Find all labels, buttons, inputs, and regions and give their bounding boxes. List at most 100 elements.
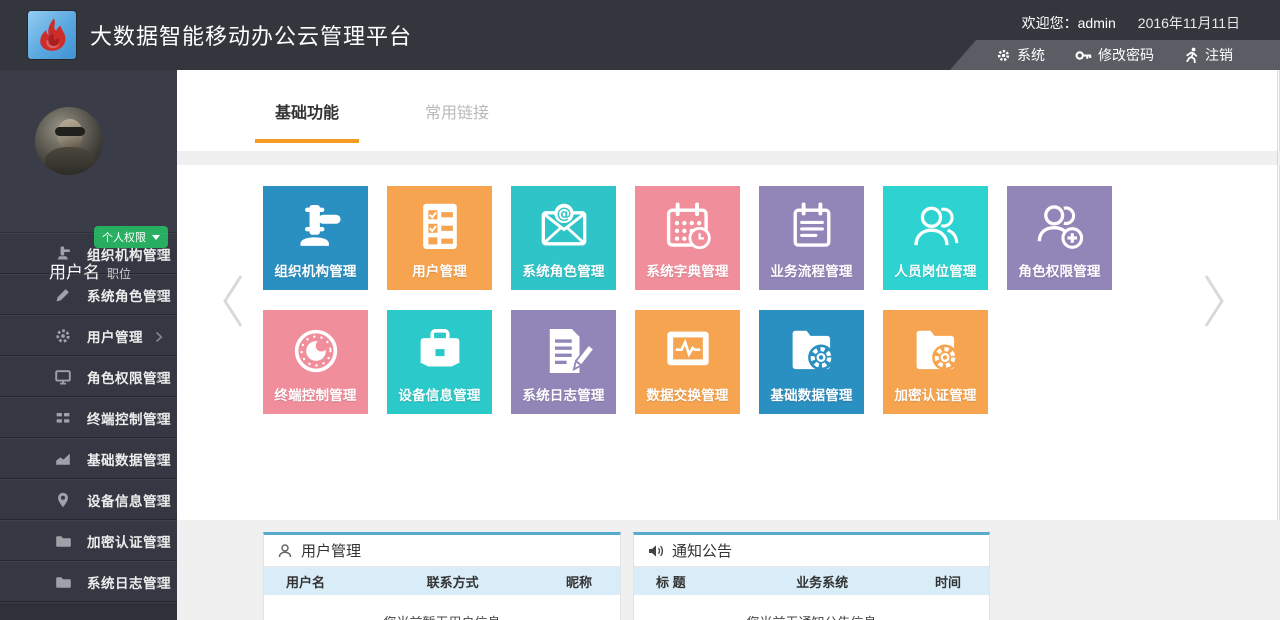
logout-button[interactable]: 注销: [1184, 45, 1233, 65]
folder-icon: [54, 532, 72, 550]
folder-icon: [54, 573, 72, 591]
notices-panel-title: 通知公告: [672, 540, 732, 561]
profile-block: 个人权限 用户名 职位: [0, 70, 177, 233]
location-pin-icon: [54, 491, 72, 509]
welcome-user: 欢迎您：admin: [1022, 13, 1116, 33]
chevron-right-icon: [155, 372, 163, 384]
chevron-right-icon: [155, 413, 163, 425]
tile-base-data[interactable]: 基础数据管理: [759, 310, 864, 414]
user-plus-icon: [1029, 196, 1091, 258]
folder-gear-icon: [905, 320, 967, 382]
gavel-icon: [285, 196, 347, 258]
sidebar-item-base-data[interactable]: 基础数据管理: [0, 438, 177, 479]
chevron-right-icon: [155, 495, 163, 507]
tile-row-1: 组织机构管理 用户管理: [263, 186, 1223, 290]
sidebar: 个人权限 用户名 职位 组织机构管理 系统角色管理: [0, 70, 177, 620]
gear-icon: [54, 327, 72, 345]
tile-system-roles[interactable]: @ 系统角色管理: [511, 186, 616, 290]
users-icon: [905, 196, 967, 258]
tile-role-permissions[interactable]: 角色权限管理: [1007, 186, 1112, 290]
bottom-section: 用户管理 用户名 联系方式 昵称 您当前暂无用户信息 通知公告 标 题 业务系统…: [177, 520, 1280, 620]
dial-icon: [285, 320, 347, 382]
users-panel: 用户管理 用户名 联系方式 昵称 您当前暂无用户信息: [263, 532, 621, 620]
notices-table-header: 标 题 业务系统 时间: [634, 567, 989, 595]
tile-business-process[interactable]: 业务流程管理: [759, 186, 864, 290]
chevron-right-icon: [155, 577, 163, 589]
sidebar-footer: [0, 604, 177, 620]
welcome-bar: 欢迎您：admin 2016年11月11日: [1022, 13, 1240, 33]
tab-bar: 基础功能 常用链接: [177, 70, 1280, 151]
folder-gear-icon: [781, 320, 843, 382]
column-business-system: 业务系统: [751, 572, 893, 591]
notices-panel: 通知公告 标 题 业务系统 时间 您当前无通知公告信息: [633, 532, 990, 620]
flame-logo-icon: [32, 15, 72, 55]
tile-row-2: 终端控制管理 设备信息管理: [263, 310, 1223, 414]
function-tile-carousel: 组织机构管理 用户管理: [177, 165, 1280, 520]
chevron-right-icon: [155, 536, 163, 548]
tab-basic-functions[interactable]: 基础功能: [255, 70, 359, 151]
sidebar-item-system-roles[interactable]: 系统角色管理: [0, 274, 177, 315]
avatar-shoulders: [45, 147, 95, 175]
document-pen-icon: [533, 320, 595, 382]
tab-common-links[interactable]: 常用链接: [405, 70, 509, 151]
carousel-prev-button[interactable]: [218, 272, 248, 335]
notices-panel-header: 通知公告: [634, 535, 989, 567]
briefcase-icon: [409, 320, 471, 382]
sidebar-item-system-logs[interactable]: 系统日志管理: [0, 561, 177, 602]
tile-encryption-auth[interactable]: 加密认证管理: [883, 310, 988, 414]
svg-text:@: @: [556, 205, 571, 223]
monitor-icon: [54, 368, 72, 386]
section-divider: [177, 151, 1280, 165]
tile-grid: 组织机构管理 用户管理: [263, 186, 1223, 434]
sidebar-item-org-management[interactable]: 组织机构管理: [0, 233, 177, 274]
tile-system-dictionary[interactable]: 系统字典管理: [635, 186, 740, 290]
chevron-right-icon: [155, 331, 163, 343]
person-icon: [277, 543, 293, 559]
notices-empty-message: 您当前无通知公告信息: [634, 612, 989, 620]
chevron-right-icon: [155, 290, 163, 302]
change-password-button[interactable]: 修改密码: [1075, 45, 1154, 65]
system-toolbar: 系统 修改密码 注销: [950, 40, 1280, 70]
system-button[interactable]: 系统: [996, 45, 1045, 65]
sidebar-item-role-permissions[interactable]: 角色权限管理: [0, 356, 177, 397]
sidebar-item-encryption-auth[interactable]: 加密认证管理: [0, 520, 177, 561]
tile-personnel-posts[interactable]: 人员岗位管理: [883, 186, 988, 290]
notepad-icon: [781, 196, 843, 258]
tile-terminal-control[interactable]: 终端控制管理: [263, 310, 368, 414]
tile-user-management[interactable]: 用户管理: [387, 186, 492, 290]
user-avatar[interactable]: [35, 107, 103, 175]
current-date: 2016年11月11日: [1138, 13, 1240, 33]
chevron-right-icon: [155, 454, 163, 466]
key-icon: [1075, 48, 1092, 63]
mail-at-icon: @: [533, 196, 595, 258]
grid-icon: [54, 409, 72, 427]
tile-org-management[interactable]: 组织机构管理: [263, 186, 368, 290]
sidebar-item-terminal-control[interactable]: 终端控制管理: [0, 397, 177, 438]
monitor-wave-icon: [657, 320, 719, 382]
sidebar-item-user-management[interactable]: 用户管理: [0, 315, 177, 356]
main-content: 基础功能 常用链接 组织机构管理: [177, 70, 1280, 620]
page-title: 大数据智能移动办公云管理平台: [90, 0, 412, 70]
checklist-icon: [409, 196, 471, 258]
users-panel-header: 用户管理: [264, 535, 620, 567]
users-empty-message: 您当前暂无用户信息: [264, 612, 620, 620]
chevron-left-icon: [218, 272, 248, 330]
sidebar-item-device-info[interactable]: 设备信息管理: [0, 479, 177, 520]
logout-runner-icon: [1184, 47, 1199, 63]
content-right-border: [1277, 70, 1278, 520]
column-time: 时间: [893, 572, 989, 591]
column-nickname: 昵称: [524, 572, 620, 591]
app-logo: [28, 11, 76, 59]
calendar-clock-icon: [657, 196, 719, 258]
speaker-icon: [647, 543, 664, 559]
column-contact: 联系方式: [381, 572, 523, 591]
column-title: 标 题: [634, 572, 751, 591]
gavel-icon: [54, 245, 72, 263]
tile-data-exchange[interactable]: 数据交换管理: [635, 310, 740, 414]
tile-device-info[interactable]: 设备信息管理: [387, 310, 492, 414]
area-chart-icon: [54, 450, 72, 468]
users-panel-title: 用户管理: [301, 540, 361, 561]
column-username: 用户名: [264, 572, 381, 591]
tile-system-logs[interactable]: 系统日志管理: [511, 310, 616, 414]
chevron-right-icon: [155, 249, 163, 261]
